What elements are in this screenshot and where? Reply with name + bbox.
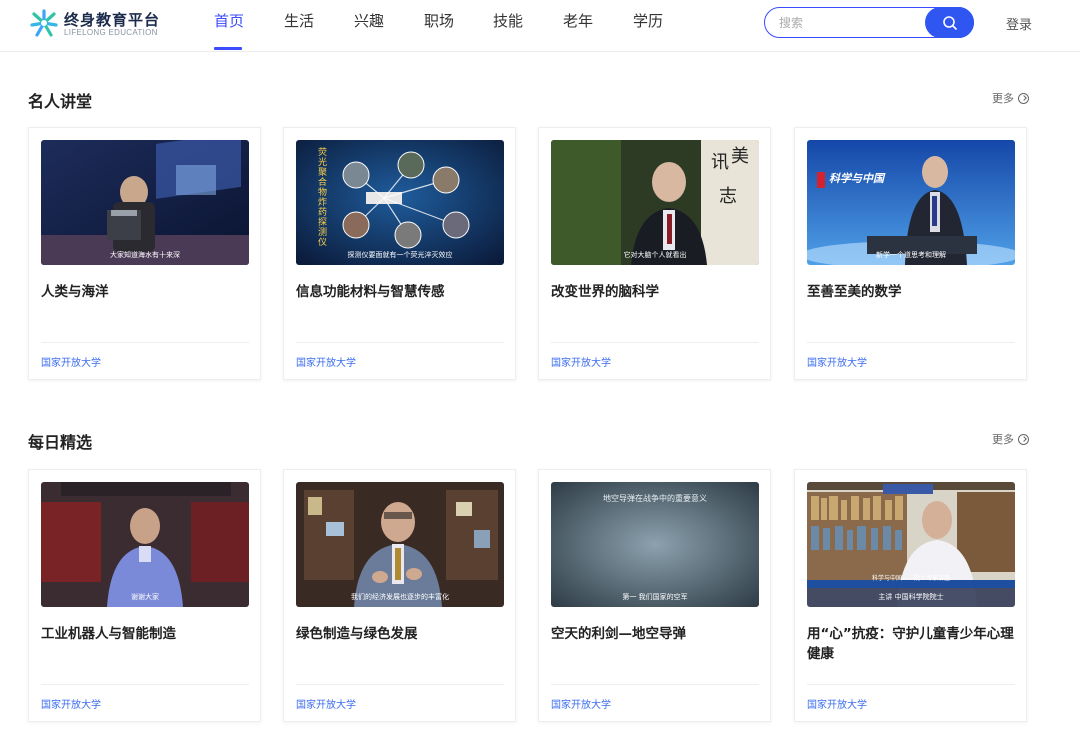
course-source: 国家开放大学 <box>296 700 356 711</box>
course-title: 至善至美的数学 <box>807 284 902 300</box>
course-card[interactable]: 大家知道海水有十来深 人类与海洋 国家开放大学 <box>28 127 261 380</box>
course-source: 国家开放大学 <box>296 358 356 369</box>
course-source: 国家开放大学 <box>551 700 611 711</box>
more-label: 更多 <box>992 433 1014 446</box>
course-card[interactable]: 讯 美 志 它对大脑个人就看出 改变世界的脑科学 国家开放大学 <box>538 127 771 380</box>
video-caption: 大家知道海水有十来深 <box>110 251 180 259</box>
course-title: 改变世界的脑科学 <box>551 284 659 300</box>
more-link-daily-picks[interactable]: 更多 <box>992 431 1029 447</box>
course-thumbnail: 谢谢大家 <box>41 482 249 607</box>
course-thumbnail: 荧光聚合物炸药探测仪 探测仪要面就有一个荧光淬灭效应 <box>296 140 504 265</box>
chevron-right-circle-icon <box>1018 92 1029 104</box>
course-title: 信息功能材料与智慧传感 <box>296 284 445 300</box>
nav-item-interest[interactable]: 兴趣 <box>354 10 384 31</box>
course-title: 空天的利剑—地空导弹 <box>551 626 686 642</box>
course-title: 绿色制造与绿色发展 <box>296 626 418 642</box>
nav-item-home[interactable]: 首页 <box>214 10 244 31</box>
course-card[interactable]: 我们的经济发展也逐步的丰富化 绿色制造与绿色发展 国家开放大学 <box>283 469 516 722</box>
video-header-text: 地空导弹在战争中的重要意义 <box>603 494 707 503</box>
course-thumbnail: 科学与中国——院士专家讲座 主讲 中国科学院院士 <box>807 482 1015 607</box>
course-card[interactable]: 荧光聚合物炸药探测仪 探测仪要面就有一个荧光淬灭效应 信息功能材料与智慧传感 国… <box>283 127 516 380</box>
course-source: 国家开放大学 <box>41 358 101 369</box>
course-card[interactable]: 地空导弹在战争中的重要意义 第一 我们国家的空军 空天的利剑—地空导弹 国家开放… <box>538 469 771 722</box>
course-source: 国家开放大学 <box>807 358 867 369</box>
video-caption: 新学一个道思考和理解 <box>876 251 946 259</box>
slide-text: 荧光聚合物炸药探测仪 <box>318 148 328 248</box>
course-thumbnail: 地空导弹在战争中的重要意义 第一 我们国家的空军 <box>551 482 759 607</box>
nav-item-workplace[interactable]: 职场 <box>424 10 454 31</box>
course-card[interactable]: 科学与中国 新学一个道思考和理解 至善至美的数学 国家开放大学 <box>794 127 1027 380</box>
section-title-daily-picks: 每日精选 <box>28 433 93 452</box>
program-logo-text: 科学与中国 <box>829 172 884 185</box>
login-link[interactable]: 登录 <box>1006 14 1032 33</box>
card-divider <box>551 342 759 343</box>
search-box <box>764 7 974 38</box>
course-thumbnail: 讯 美 志 它对大脑个人就看出 <box>551 140 759 265</box>
course-card[interactable]: 科学与中国——院士专家讲座 主讲 中国科学院院士 用“心”抗疫：守护儿童青少年心… <box>794 469 1027 722</box>
video-caption: 第一 我们国家的空军 <box>622 593 688 601</box>
course-source: 国家开放大学 <box>551 358 611 369</box>
svg-text:美: 美 <box>731 146 749 167</box>
card-divider <box>41 684 249 685</box>
svg-text:讯: 讯 <box>711 152 729 173</box>
course-title: 用“心”抗疫：守护儿童青少年心理健康 <box>807 626 1014 662</box>
search-icon <box>942 15 957 30</box>
nav-item-degree[interactable]: 学历 <box>633 10 663 31</box>
course-source: 国家开放大学 <box>41 700 101 711</box>
course-thumbnail: 我们的经济发展也逐步的丰富化 <box>296 482 504 607</box>
video-caption: 我们的经济发展也逐步的丰富化 <box>351 593 449 601</box>
nav-item-senior[interactable]: 老年 <box>563 10 593 31</box>
card-divider <box>41 342 249 343</box>
card-divider <box>807 684 1015 685</box>
card-divider <box>807 342 1015 343</box>
more-link-celebrity-lectures[interactable]: 更多 <box>992 90 1029 106</box>
more-label: 更多 <box>992 92 1014 105</box>
card-divider <box>551 684 759 685</box>
card-divider <box>296 342 504 343</box>
program-banner-text: 科学与中国——院士专家讲座 <box>871 575 950 582</box>
section-title-celebrity-lectures: 名人讲堂 <box>28 92 93 111</box>
video-caption: 谢谢大家 <box>131 593 159 601</box>
search-input[interactable] <box>779 14 919 32</box>
chevron-right-circle-icon <box>1018 433 1029 445</box>
card-divider <box>296 684 504 685</box>
brand-name: 终身教育平台 <box>64 11 161 29</box>
nav-active-indicator <box>214 47 242 50</box>
brand-subtitle: LIFELONG EDUCATION <box>64 28 158 37</box>
video-caption: 探测仪要面就有一个荧光淬灭效应 <box>347 251 453 259</box>
video-caption: 它对大脑个人就看出 <box>623 251 687 259</box>
course-thumbnail: 大家知道海水有十来深 <box>41 140 249 265</box>
course-title: 人类与海洋 <box>41 284 109 300</box>
nav-item-life[interactable]: 生活 <box>284 10 314 31</box>
logo-mark-icon <box>30 9 58 37</box>
video-caption: 主讲 中国科学院院士 <box>878 593 944 601</box>
course-title: 工业机器人与智能制造 <box>41 626 176 642</box>
brand-logo[interactable]: 终身教育平台 LIFELONG EDUCATION <box>29 8 164 38</box>
top-header: 终身教育平台 LIFELONG EDUCATION 首页 生活 兴趣 职场 技能… <box>0 0 1080 52</box>
course-source: 国家开放大学 <box>807 700 867 711</box>
course-thumbnail: 科学与中国 新学一个道思考和理解 <box>807 140 1015 265</box>
nav-item-skills[interactable]: 技能 <box>493 10 523 31</box>
svg-text:志: 志 <box>719 186 737 207</box>
search-button[interactable] <box>925 7 974 38</box>
course-card[interactable]: 谢谢大家 工业机器人与智能制造 国家开放大学 <box>28 469 261 722</box>
